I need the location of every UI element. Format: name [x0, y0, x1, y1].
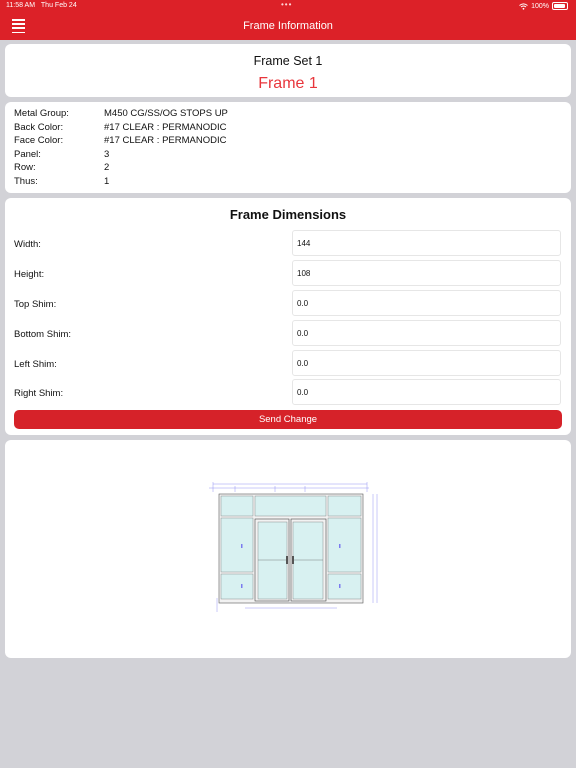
info-label: Thus:	[14, 175, 38, 187]
status-time: 11:58 AM Thu Feb 24	[6, 2, 77, 9]
frame-drawing-card	[5, 440, 571, 658]
frame-dimensions-title: Frame Dimensions	[229, 207, 347, 222]
info-value: 2	[104, 162, 110, 173]
info-value: 3	[104, 148, 110, 160]
frame-set-title: Frame Set 1	[253, 54, 323, 68]
width-input[interactable]	[292, 230, 561, 256]
info-label: Metal Group:	[14, 108, 69, 119]
left-shim-input[interactable]	[292, 350, 561, 376]
info-value: #17 CLEAR : PERMANODIC	[104, 121, 227, 133]
frame-info-card: Metal Group: M450 CG/SS/OG STOPS UP Back…	[5, 102, 571, 193]
top-shim-label: Top Shim:	[14, 299, 57, 310]
frame-header-card: Frame Set 1 Frame 1	[5, 44, 571, 97]
dimension-row-left-shim: Left Shim:	[5, 350, 571, 378]
frame-dimensions-card: Frame Dimensions Width: Height: Top Shim…	[5, 198, 571, 435]
wifi-icon	[519, 2, 528, 10]
dimension-row-height: Height:	[5, 260, 571, 288]
info-label: Face Color:	[14, 135, 64, 146]
status-date: Thu Feb 24	[40, 2, 77, 9]
dimension-row-width: Width:	[5, 230, 571, 258]
battery-icon	[552, 2, 568, 10]
bottom-shim-input[interactable]	[292, 320, 561, 346]
dimension-row-bottom-shim: Bottom Shim:	[5, 320, 571, 348]
status-indicators: 100%	[519, 2, 568, 10]
multitasking-dots-icon[interactable]: •••	[281, 0, 292, 9]
navigation-bar: 11:58 AM Thu Feb 24 ••• 100% Frame Infor…	[0, 0, 576, 40]
right-shim-input[interactable]	[292, 379, 561, 405]
dimension-row-right-shim: Right Shim:	[5, 379, 571, 407]
right-shim-label: Right Shim:	[14, 388, 64, 399]
info-value: #17 CLEAR : PERMANODIC	[104, 135, 227, 146]
nav-title: Frame Information	[243, 20, 333, 32]
info-label: Row:	[14, 162, 36, 173]
width-label: Width:	[14, 239, 41, 250]
status-clock: 11:58 AM	[6, 2, 36, 9]
info-label: Panel:	[14, 148, 41, 160]
info-label: Back Color:	[14, 121, 64, 133]
info-value: M450 CG/SS/OG STOPS UP	[104, 108, 228, 119]
dimension-row-top-shim: Top Shim:	[5, 290, 571, 318]
top-shim-input[interactable]	[292, 290, 561, 316]
left-shim-label: Left Shim:	[14, 359, 57, 370]
height-input[interactable]	[292, 260, 561, 286]
battery-percent: 100%	[531, 2, 549, 10]
bottom-shim-label: Bottom Shim:	[14, 329, 72, 340]
frame-elevation-drawing	[209, 482, 378, 612]
send-change-button[interactable]: Send Change	[14, 410, 562, 429]
height-label: Height:	[14, 269, 45, 280]
info-value: 1	[104, 175, 110, 187]
frame-title: Frame 1	[258, 75, 318, 92]
